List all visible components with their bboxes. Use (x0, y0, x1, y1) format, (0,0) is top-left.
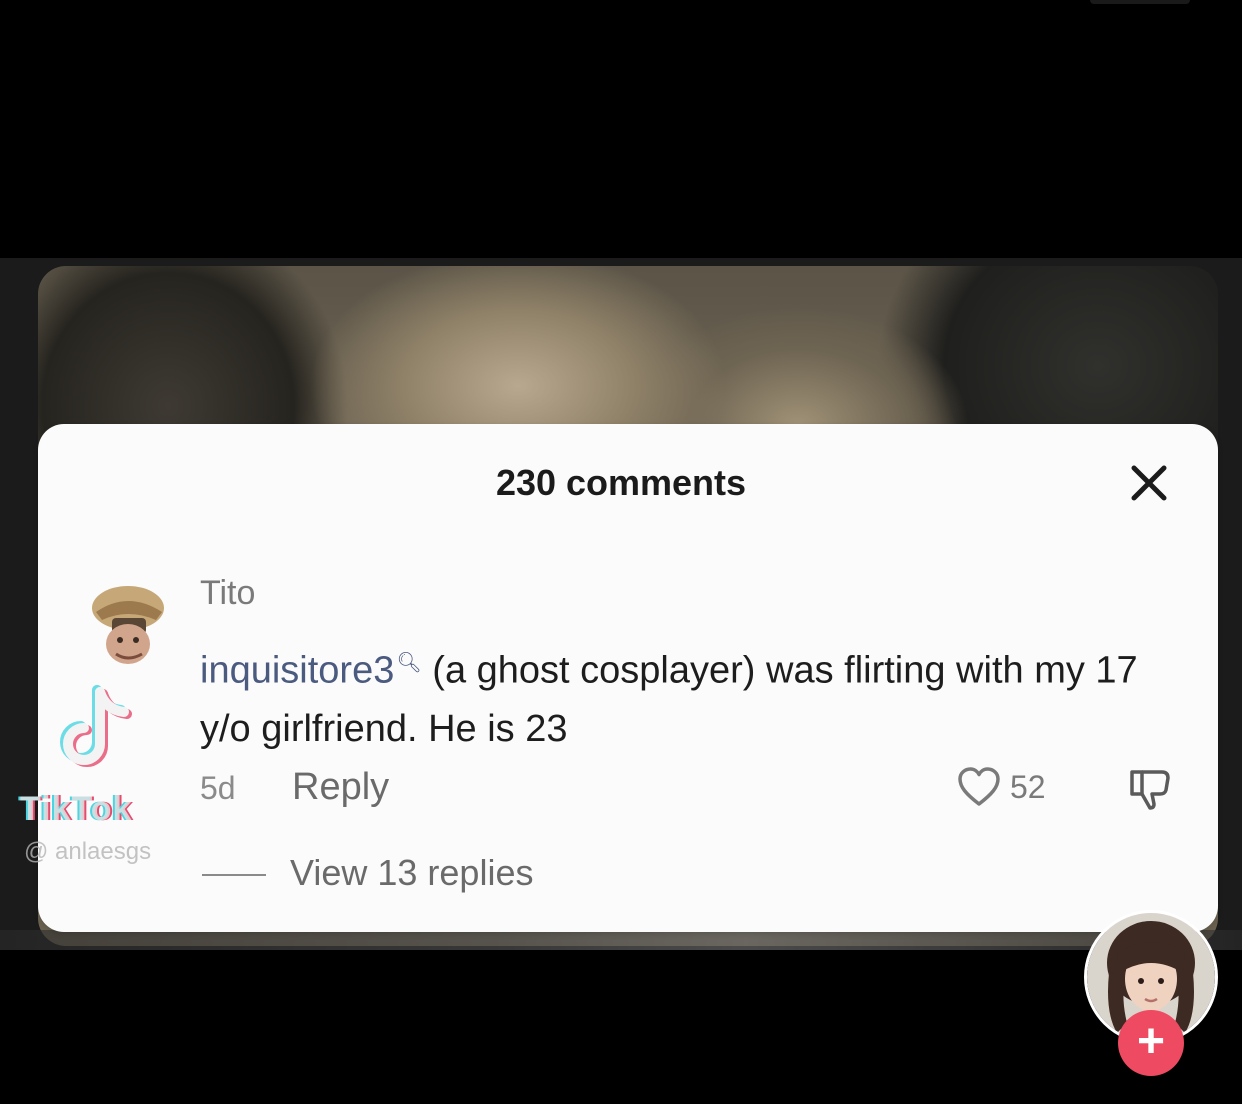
comment-text: inquisitore3 🔍︎ (a ghost cosplayer) was f… (200, 634, 1160, 758)
thumbs-down-icon[interactable] (1126, 766, 1174, 812)
tiktok-logo-icon (52, 682, 142, 778)
follow-plus-icon[interactable]: + (1118, 1010, 1184, 1076)
comment-mention[interactable]: inquisitore3 (200, 650, 394, 692)
watermark-brand: TikTok (20, 790, 133, 828)
video-bottom-edge (0, 930, 1242, 950)
commenter-avatar[interactable] (86, 578, 172, 670)
replies-divider (202, 874, 266, 876)
view-replies-button[interactable]: View 13 replies (290, 852, 533, 894)
like-button[interactable]: 52 (956, 766, 1046, 808)
search-mini-icon[interactable]: 🔍︎ (396, 652, 421, 674)
status-notch (1090, 0, 1190, 4)
reply-button[interactable]: Reply (292, 766, 389, 809)
comment-username[interactable]: Tito (200, 574, 255, 613)
watermark-handle: @ anlaesgs (24, 838, 152, 865)
like-count: 52 (1010, 768, 1046, 805)
heart-icon (958, 767, 1000, 806)
close-icon[interactable] (1126, 460, 1172, 506)
comments-count-title: 230 comments (495, 462, 747, 503)
comment-time: 5d (200, 770, 236, 806)
